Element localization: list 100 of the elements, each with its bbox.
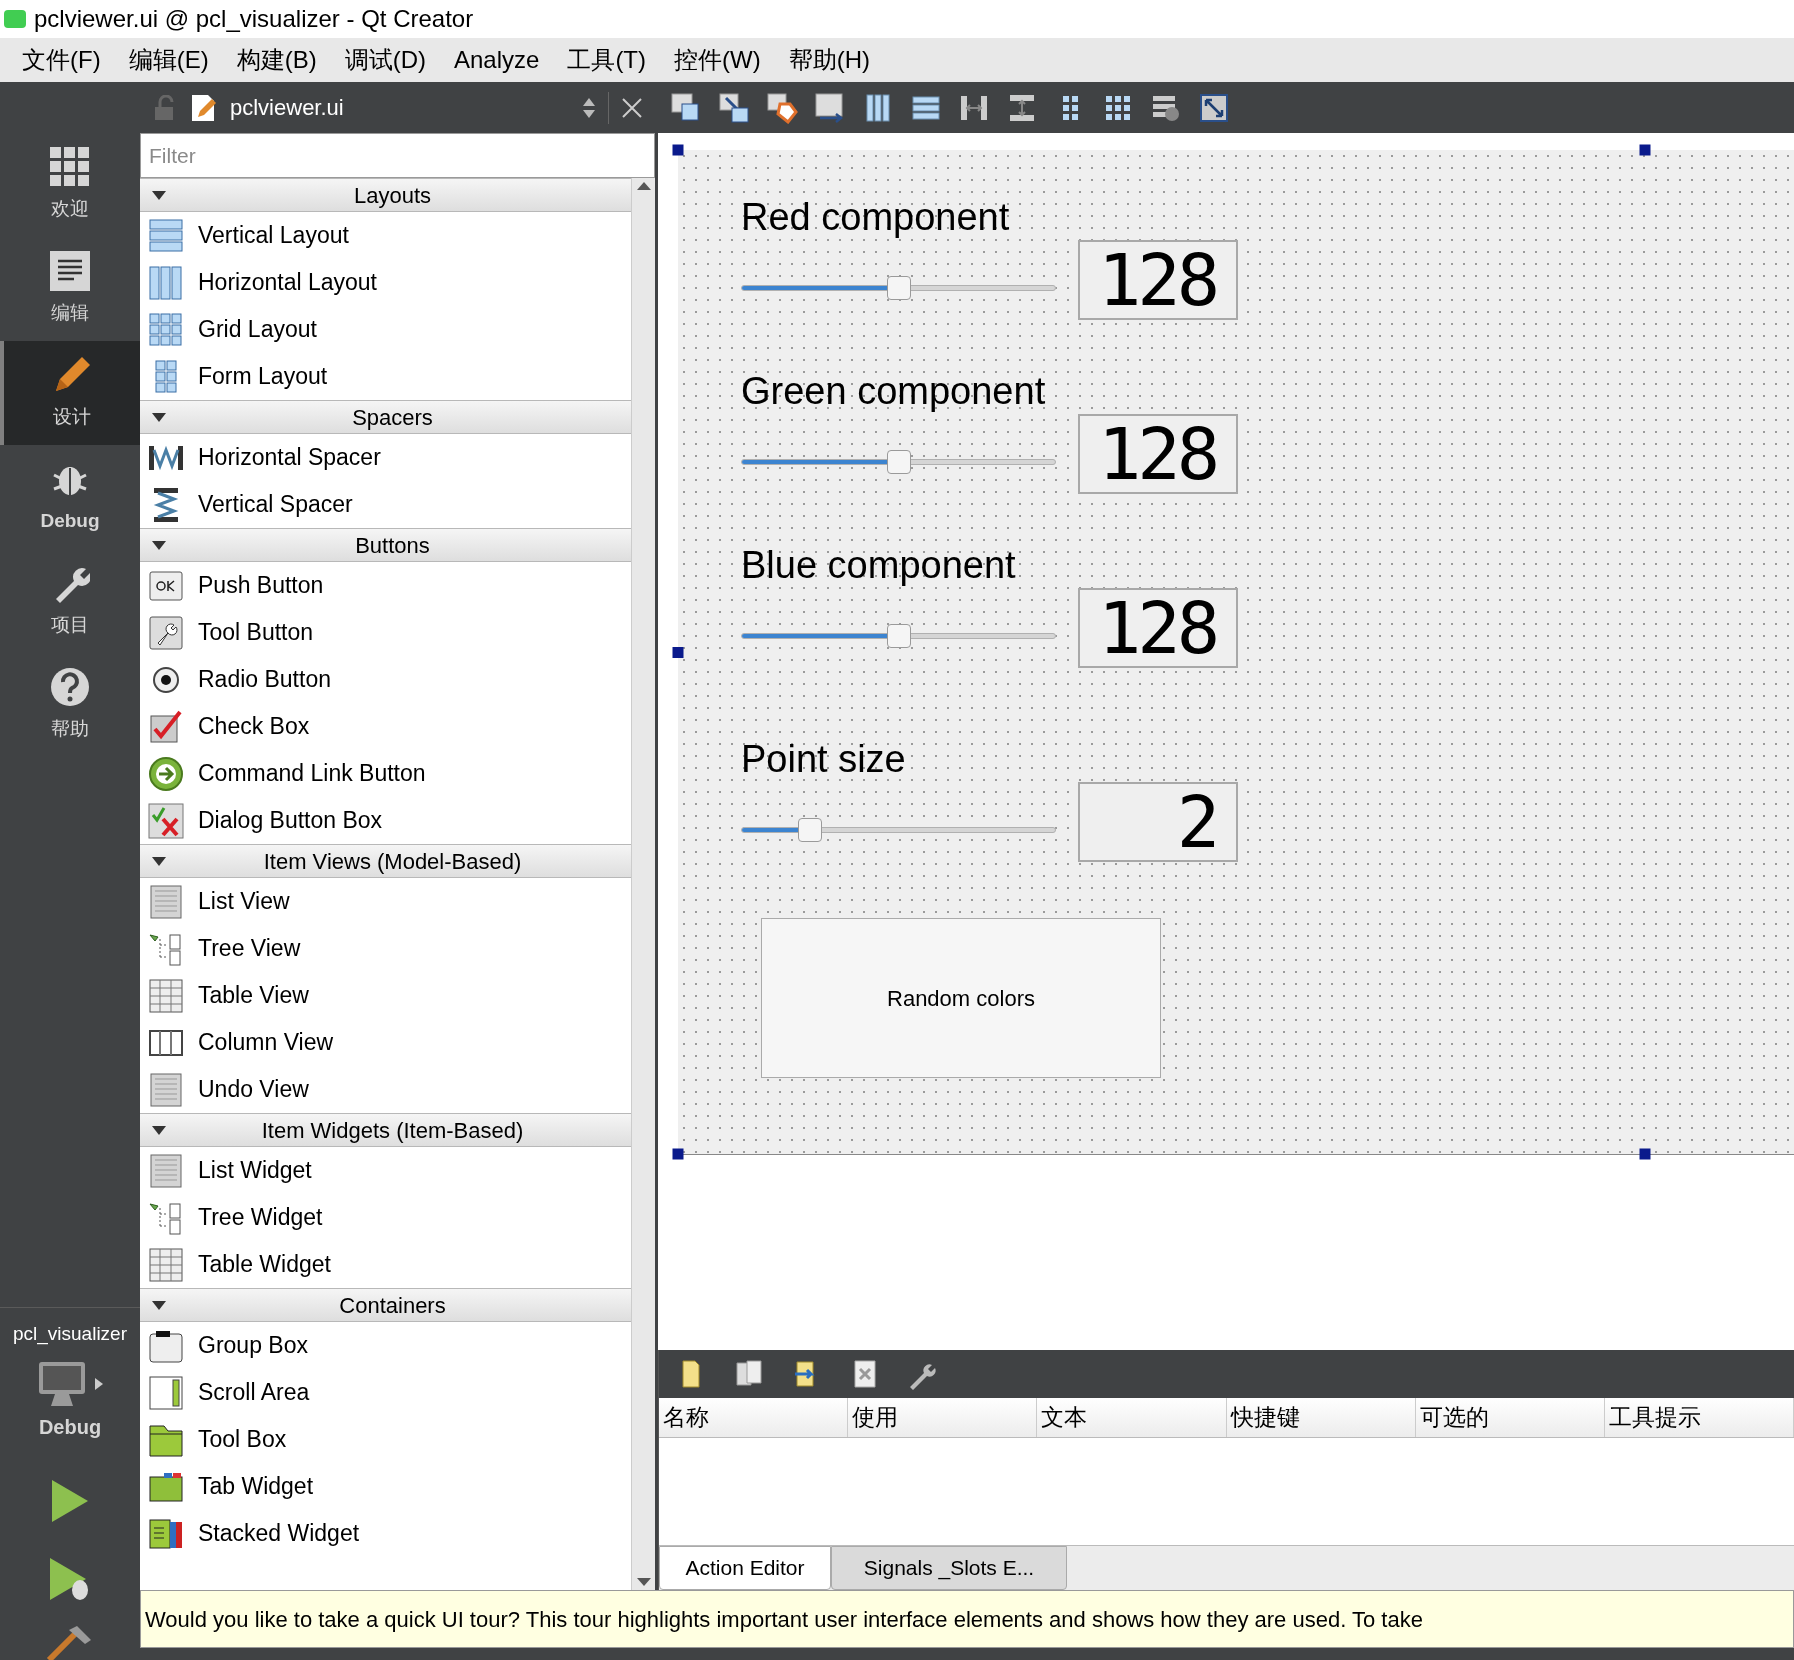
caret-icon: [152, 540, 166, 550]
control-label: Point size: [741, 740, 907, 782]
run-icon[interactable]: [50, 1478, 90, 1524]
caret-icon: [152, 1300, 166, 1310]
widget-item[interactable]: Command Link Button: [198, 756, 426, 791]
widget-item[interactable]: Tree View: [198, 931, 301, 966]
scrollbar[interactable]: [631, 178, 655, 1590]
widget-item[interactable]: Horizontal Spacer: [198, 440, 381, 475]
caret-icon: [95, 1378, 103, 1390]
category-header[interactable]: Layouts: [140, 178, 631, 212]
document-pencil-icon: [190, 92, 218, 123]
app-logo-icon: [4, 10, 26, 28]
column-header[interactable]: 名称: [659, 1398, 849, 1437]
category-header[interactable]: Buttons: [140, 528, 631, 562]
lcd-display: 128: [1078, 240, 1238, 320]
mode-button[interactable]: Debug: [0, 445, 140, 549]
column-header[interactable]: 可选的: [1415, 1398, 1605, 1437]
editor-tab[interactable]: Action Editor: [659, 1546, 831, 1590]
menu-item[interactable]: 控件(W): [674, 42, 761, 78]
category-header[interactable]: Item Widgets (Item-Based): [140, 1113, 631, 1147]
list-icon: [148, 1071, 184, 1108]
column-header[interactable]: 快捷键: [1226, 1398, 1416, 1437]
menu-item[interactable]: 构建(B): [236, 42, 317, 78]
widget-item[interactable]: Radio Button: [198, 662, 331, 697]
widget-item[interactable]: Vertical Spacer: [198, 487, 353, 522]
widget-item[interactable]: List View: [198, 884, 290, 919]
widget-item[interactable]: Stacked Widget: [198, 1516, 360, 1551]
slider-handle[interactable]: [886, 450, 911, 474]
widget-item[interactable]: Grid Layout: [198, 312, 317, 347]
menu-item[interactable]: Analyze: [454, 42, 540, 78]
grid-icon: [50, 146, 90, 187]
category-header[interactable]: Item Views (Model-Based): [140, 844, 631, 878]
widget-item[interactable]: Undo View: [198, 1072, 309, 1107]
edit-tab-order-icon[interactable]: [814, 91, 846, 124]
widget-item[interactable]: List Widget: [198, 1153, 312, 1188]
filter-field[interactable]: Filter: [140, 133, 655, 178]
close-icon[interactable]: [621, 96, 643, 119]
selection-handle[interactable]: [1639, 1148, 1651, 1160]
widget-item[interactable]: Tab Widget: [198, 1469, 314, 1504]
widget-item[interactable]: Tool Button: [198, 615, 314, 650]
table-icon: [148, 977, 184, 1014]
editor-tab[interactable]: Signals _Slots E...: [831, 1546, 1067, 1590]
widget-item[interactable]: Check Box: [198, 709, 310, 744]
table-icon: [148, 1246, 184, 1283]
control-label: Green component: [741, 372, 1047, 414]
slider-handle[interactable]: [798, 818, 823, 842]
selection-handle[interactable]: [672, 1148, 684, 1160]
project-name: pcl_visualizer: [12, 1321, 127, 1347]
widget-item[interactable]: Form Layout: [198, 359, 328, 394]
column-header[interactable]: 使用: [848, 1398, 1038, 1437]
menu-item[interactable]: 帮助(H): [788, 42, 870, 78]
check-cross-icon: [148, 802, 184, 839]
random-colors-button[interactable]: Random colors: [761, 918, 1161, 1078]
slider[interactable]: [741, 277, 1056, 299]
lcd-display: 2: [1078, 782, 1238, 862]
mode-button[interactable]: 设计: [0, 341, 140, 445]
widget-item[interactable]: Group Box: [198, 1328, 308, 1363]
widget-item[interactable]: Column View: [198, 1025, 334, 1060]
edit-widgets-icon[interactable]: [670, 91, 702, 124]
menu-item[interactable]: 文件(F): [22, 42, 101, 78]
category-header[interactable]: Containers: [140, 1288, 631, 1322]
scroll-up-icon[interactable]: [636, 182, 651, 190]
slider-handle[interactable]: [886, 624, 911, 648]
edit-signals-icon[interactable]: [718, 91, 750, 124]
mode-button[interactable]: 编辑: [0, 237, 140, 341]
menu-item[interactable]: 编辑(E): [128, 42, 209, 78]
caret-icon: [152, 1125, 166, 1135]
slider[interactable]: [741, 451, 1056, 473]
monitor-icon[interactable]: [37, 1360, 87, 1408]
menu-item[interactable]: 工具(T): [567, 42, 647, 78]
widget-item[interactable]: Push Button: [198, 568, 324, 603]
selection-handle[interactable]: [1639, 144, 1651, 156]
widget-item[interactable]: Table Widget: [198, 1247, 331, 1282]
widget-item[interactable]: Scroll Area: [198, 1375, 310, 1410]
category-header[interactable]: Spacers: [140, 400, 631, 434]
slider[interactable]: [741, 819, 1056, 841]
help-icon: [50, 666, 90, 707]
widget-item[interactable]: Table View: [198, 978, 309, 1013]
widget-item[interactable]: Tool Box: [198, 1422, 287, 1457]
mode-button[interactable]: 项目: [0, 549, 140, 653]
widget-item[interactable]: Horizontal Layout: [198, 265, 377, 300]
arrow-circle-icon: [148, 755, 184, 792]
adjust-size-icon[interactable]: [1198, 91, 1230, 124]
widget-item[interactable]: Vertical Layout: [198, 218, 349, 253]
widget-item[interactable]: Dialog Button Box: [198, 803, 383, 838]
selection-handle[interactable]: [672, 144, 684, 156]
slider[interactable]: [741, 625, 1056, 647]
kit-label: Debug: [38, 1415, 102, 1440]
selection-handle[interactable]: [672, 647, 684, 658]
edit-buddies-icon[interactable]: [766, 91, 798, 124]
document-icon: [50, 250, 90, 291]
column-header[interactable]: 工具提示: [1604, 1398, 1794, 1437]
menu-item[interactable]: 调试(D): [344, 42, 426, 78]
widget-item[interactable]: Tree Widget: [198, 1200, 323, 1235]
column-header[interactable]: 文本: [1037, 1398, 1227, 1437]
slider-handle[interactable]: [886, 276, 911, 300]
mode-button[interactable]: 帮助: [0, 653, 140, 757]
mode-button[interactable]: 欢迎: [0, 133, 140, 237]
scroll-down-icon[interactable]: [636, 1578, 651, 1586]
caret-icon: [152, 412, 166, 422]
